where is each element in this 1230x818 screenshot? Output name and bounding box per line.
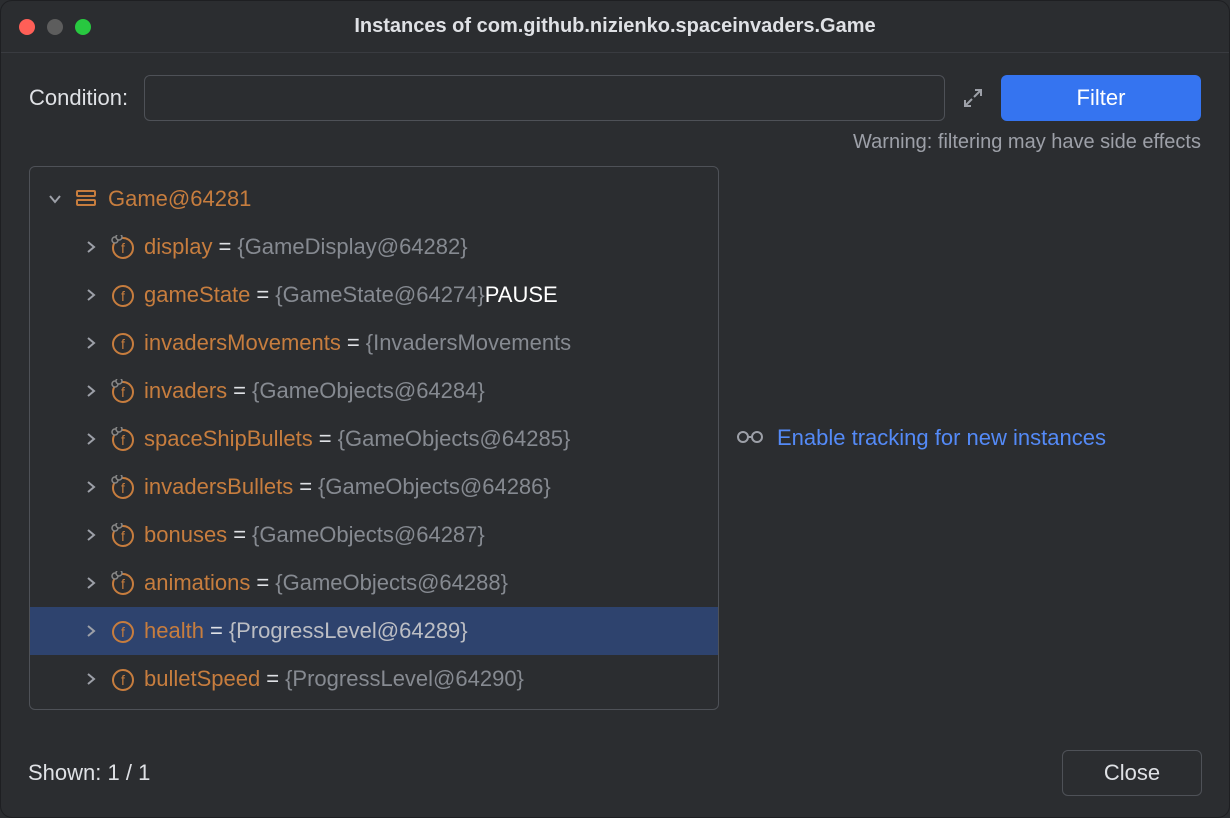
warning-text: Warning: filtering may have side effects (1, 127, 1229, 166)
close-window-button[interactable] (19, 19, 35, 35)
field-icon: f (110, 619, 134, 643)
equals: = (266, 666, 279, 692)
svg-text:f: f (121, 240, 125, 256)
equals: = (347, 330, 360, 356)
svg-text:f: f (121, 528, 125, 544)
field-value: {GameObjects@64288} (275, 570, 508, 596)
field-icon: f (110, 475, 134, 499)
window-title: Instances of com.github.nizienko.spacein… (1, 15, 1229, 38)
equals: = (218, 234, 231, 260)
window-controls (19, 19, 91, 35)
field-row-gameState[interactable]: fgameState = {GameState@64274} PAUSE (30, 271, 718, 319)
field-row-animations[interactable]: f animations = {GameObjects@64288} (30, 559, 718, 607)
tracking-link-text: Enable tracking for new instances (777, 425, 1106, 451)
root-label: Game@64281 (108, 186, 251, 212)
right-panel: Enable tracking for new instances (735, 166, 1201, 710)
condition-input[interactable] (144, 75, 945, 121)
field-row-invaders[interactable]: f invaders = {GameObjects@64284} (30, 367, 718, 415)
field-icon: f (110, 523, 134, 547)
minimize-window-button[interactable] (47, 19, 63, 35)
svg-text:f: f (121, 432, 125, 448)
svg-text:f: f (121, 672, 125, 688)
field-icon: f (110, 667, 134, 691)
field-icon: f (110, 571, 134, 595)
field-name: invadersBullets (144, 474, 293, 500)
chevron-down-icon[interactable] (46, 190, 64, 208)
equals: = (210, 618, 223, 644)
enable-tracking-link[interactable]: Enable tracking for new instances (735, 425, 1106, 451)
footer: Shown: 1 / 1 Close (28, 750, 1202, 796)
chevron-right-icon[interactable] (82, 430, 100, 448)
field-row-invadersBullets[interactable]: f invadersBullets = {GameObjects@64286} (30, 463, 718, 511)
glasses-icon (735, 425, 765, 451)
chevron-right-icon[interactable] (82, 478, 100, 496)
shown-label: Shown: 1 / 1 (28, 760, 150, 786)
chevron-right-icon[interactable] (82, 382, 100, 400)
titlebar: Instances of com.github.nizienko.spacein… (1, 1, 1229, 53)
tree-root[interactable]: Game@64281 (30, 175, 718, 223)
field-icon: f (110, 379, 134, 403)
condition-label: Condition: (29, 85, 128, 111)
field-value: {GameState@64274} (275, 282, 484, 308)
field-value: {GameObjects@64284} (252, 378, 485, 404)
chevron-right-icon[interactable] (82, 238, 100, 256)
field-name: invadersMovements (144, 330, 341, 356)
svg-text:f: f (121, 288, 125, 304)
field-value: {GameObjects@64287} (252, 522, 485, 548)
field-row-health[interactable]: f health = {ProgressLevel@64289} (30, 607, 718, 655)
maximize-window-button[interactable] (75, 19, 91, 35)
equals: = (256, 282, 269, 308)
field-row-invadersMovements[interactable]: f invadersMovements = {InvadersMovements (30, 319, 718, 367)
instances-tree: Game@64281 f display = {GameDisplay@64282… (29, 166, 719, 710)
field-icon: f (110, 283, 134, 307)
svg-text:f: f (121, 336, 125, 352)
field-icon: f (110, 427, 134, 451)
chevron-right-icon[interactable] (82, 286, 100, 304)
field-name: bonuses (144, 522, 227, 548)
field-value: {GameObjects@64286} (318, 474, 551, 500)
field-row-bonuses[interactable]: f bonuses = {GameObjects@64287} (30, 511, 718, 559)
field-name: animations (144, 570, 250, 596)
chevron-right-icon[interactable] (82, 334, 100, 352)
svg-text:f: f (121, 384, 125, 400)
condition-row: Condition: Filter (1, 53, 1229, 127)
filter-button[interactable]: Filter (1001, 75, 1201, 121)
expand-icon[interactable] (961, 86, 985, 110)
svg-text:f: f (121, 624, 125, 640)
field-value: {ProgressLevel@64290} (285, 666, 524, 692)
equals: = (233, 378, 246, 404)
equals: = (233, 522, 246, 548)
equals: = (319, 426, 332, 452)
field-name: display (144, 234, 212, 260)
main-area: Game@64281 f display = {GameDisplay@64282… (1, 166, 1229, 710)
chevron-right-icon[interactable] (82, 526, 100, 544)
svg-text:f: f (121, 576, 125, 592)
field-row-display[interactable]: f display = {GameDisplay@64282} (30, 223, 718, 271)
class-icon (74, 187, 98, 211)
equals: = (256, 570, 269, 596)
equals: = (299, 474, 312, 500)
field-value: {ProgressLevel@64289} (229, 618, 468, 644)
field-value: {GameDisplay@64282} (237, 234, 467, 260)
field-icon: f (110, 235, 134, 259)
field-name: gameState (144, 282, 250, 308)
field-icon: f (110, 331, 134, 355)
field-row-spaceShipBullets[interactable]: f spaceShipBullets = {GameObjects@64285} (30, 415, 718, 463)
field-row-bulletSpeed[interactable]: f bulletSpeed = {ProgressLevel@64290} (30, 655, 718, 703)
field-value: {InvadersMovements (366, 330, 571, 356)
field-name: invaders (144, 378, 227, 404)
chevron-right-icon[interactable] (82, 670, 100, 688)
field-name: bulletSpeed (144, 666, 260, 692)
chevron-right-icon[interactable] (82, 574, 100, 592)
field-name: health (144, 618, 204, 644)
chevron-right-icon[interactable] (82, 622, 100, 640)
field-name: spaceShipBullets (144, 426, 313, 452)
field-value: {GameObjects@64285} (338, 426, 571, 452)
svg-text:f: f (121, 480, 125, 496)
close-button[interactable]: Close (1062, 750, 1202, 796)
